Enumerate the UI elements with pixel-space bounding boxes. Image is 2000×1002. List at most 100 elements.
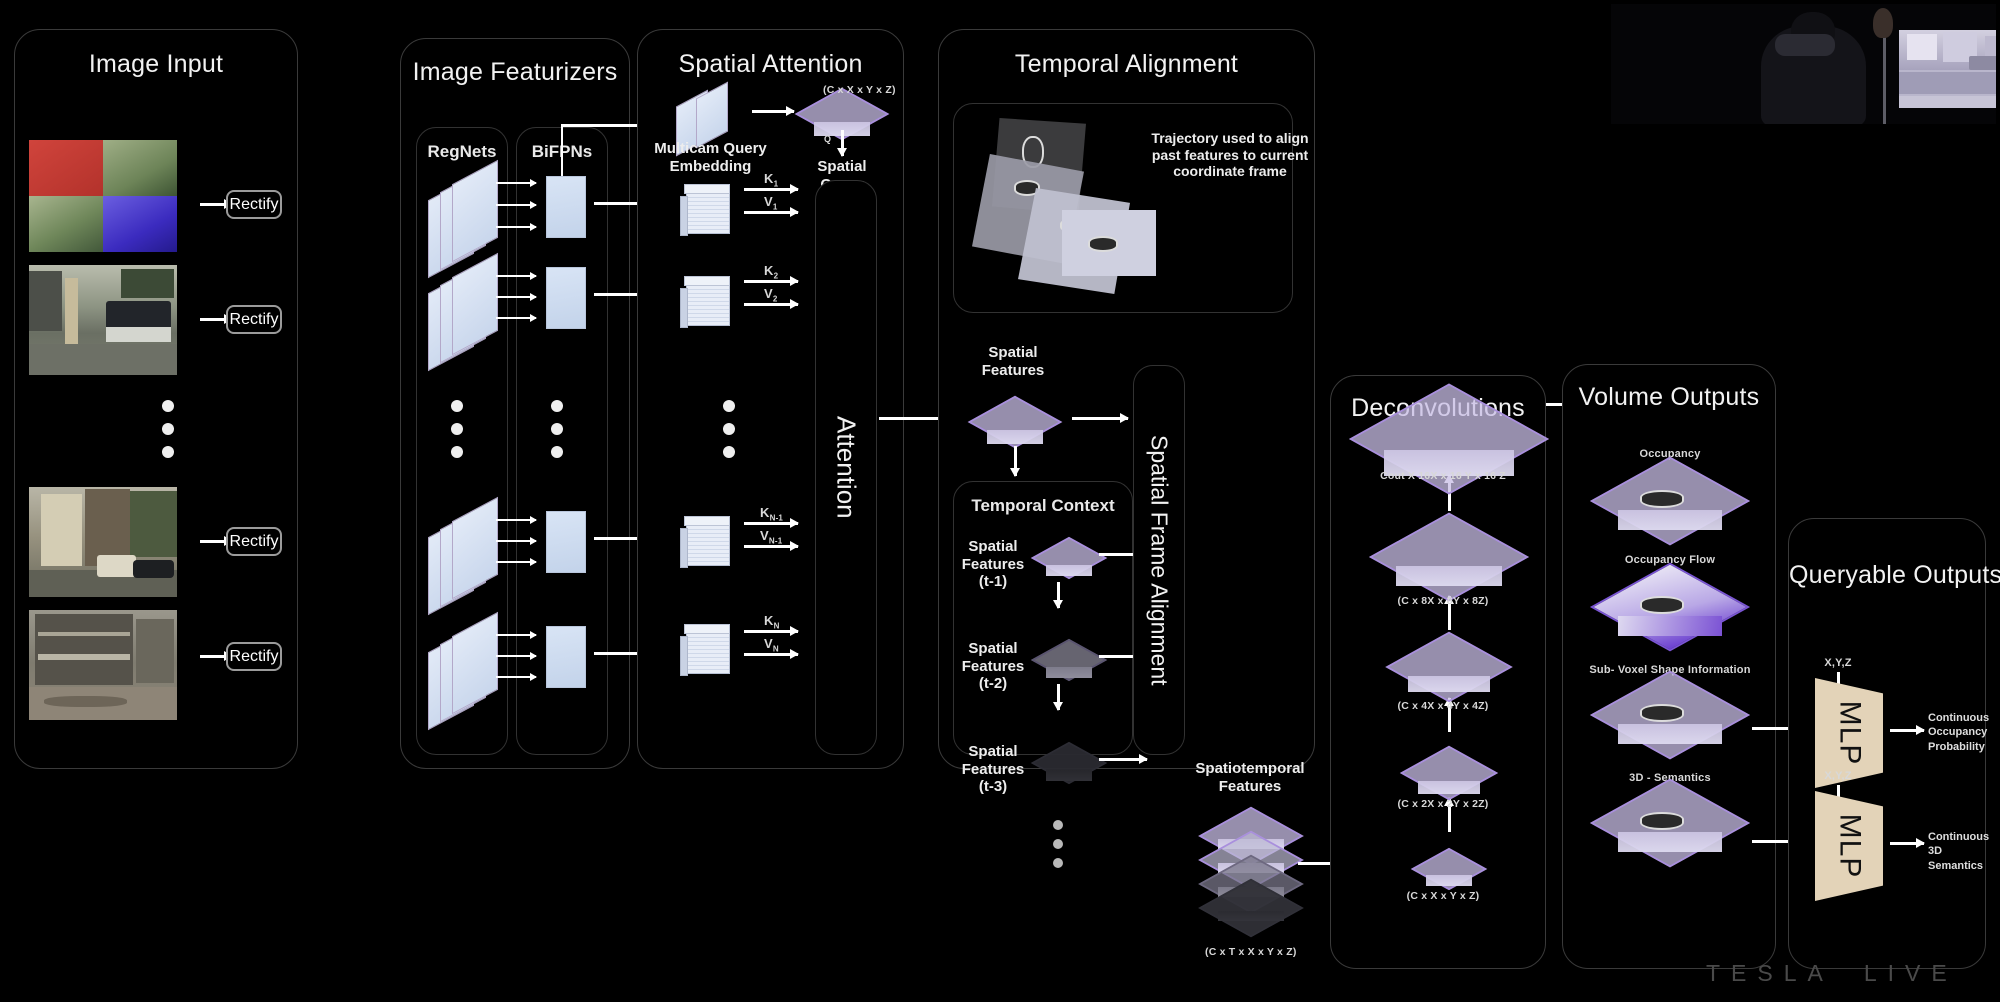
- rectify-button-4[interactable]: Rectify: [226, 642, 282, 671]
- label-spatial-features: Spatial Features: [981, 344, 1045, 379]
- v-letter-3: V: [760, 528, 769, 543]
- dim-deconv-4: (C x 2X x 2Y x 2Z): [1397, 798, 1489, 810]
- bifpn-block-2: [546, 267, 586, 329]
- arrow-regnet-bifpn-4a: [496, 634, 536, 636]
- label-v-4: VN: [764, 636, 779, 654]
- panel-title-temporal-alignment: Temporal Alignment: [1014, 50, 1239, 78]
- label-spatial-features-t2: Spatial Features (t-2): [961, 640, 1025, 693]
- label-k-3: KN-1: [760, 505, 783, 523]
- arrow-k-2: [744, 280, 798, 283]
- label-continuous-3d-semantics: Continuous 3D Semantics: [1928, 831, 1990, 872]
- label-spatial-features-t1: Spatial Features (t-1): [961, 538, 1025, 591]
- arrow-multicam-to-spatial-query: [752, 110, 794, 113]
- feature-cube-1: [680, 180, 740, 238]
- arrow-regnet-bifpn-1b: [496, 204, 536, 206]
- bifpn-block-1: [546, 176, 586, 238]
- arrow-regnet-bifpn-2c: [496, 317, 536, 319]
- k-letter-4: K: [764, 613, 774, 628]
- camera-thumb-street-bus: [29, 265, 177, 375]
- camera-thumb-semantic: [29, 140, 177, 252]
- arrow-regnet-bifpn-4c: [496, 676, 536, 678]
- tesla-live-wordmark: TESLA LIVE: [1706, 960, 1958, 987]
- spatial-features-slab: [967, 395, 1063, 449]
- presenter-video-overlay: [1611, 4, 1996, 124]
- arrow-regnet-bifpn-3b: [496, 540, 536, 542]
- arrow-v-1: [744, 211, 798, 214]
- arrow-regnet-bifpn-2a: [496, 275, 536, 277]
- label-multicam-query-embedding: Multicam Query Embedding: [654, 140, 767, 175]
- ellipsis-bifpns: [551, 400, 563, 458]
- feature-cube-4: [680, 620, 740, 678]
- ellipsis-temporal-context: [1053, 820, 1063, 868]
- arrow-v-3: [744, 545, 798, 548]
- dim-deconv-2: (C x 8X x 8Y x 8Z): [1397, 595, 1489, 607]
- panel-title-image-input: Image Input: [88, 50, 224, 78]
- attention-block: Attention: [815, 180, 877, 755]
- deconv-slab-4: [1399, 745, 1499, 801]
- deconv-slab-3: [1385, 631, 1513, 703]
- regnet-planes-2: [428, 252, 498, 372]
- rectify-button-3[interactable]: Rectify: [226, 527, 282, 556]
- v-letter-4: V: [764, 636, 773, 651]
- spatiotemporal-features-stack: [1198, 806, 1304, 938]
- attention-label: Attention: [831, 416, 862, 519]
- label-spatiotemporal-features: Spatiotemporal Features: [1195, 760, 1305, 795]
- deconv-slab-2: [1368, 512, 1530, 602]
- arrow-regnet-bifpn-1c: [496, 226, 536, 228]
- mic-head-icon: [1873, 8, 1893, 38]
- ellipsis-regnets: [451, 400, 463, 458]
- k-letter-2: K: [764, 263, 774, 278]
- arrow-t3-to-alignment: [1099, 758, 1147, 761]
- spatial-features-slab-t3: [1030, 741, 1108, 785]
- volume-slab-occupancy-flow: [1589, 562, 1751, 652]
- wordmark-tesla: TESLA: [1706, 960, 1834, 986]
- mlp-label-2: MLP: [1833, 813, 1866, 879]
- label-v-3: VN-1: [760, 528, 782, 546]
- arrow-v-2: [744, 303, 798, 306]
- arrow-regnet-bifpn-4b: [496, 655, 536, 657]
- trajectory-scene: [968, 118, 1158, 298]
- label-continuous-occupancy-probability: Continuous Occupancy Probability: [1928, 712, 1990, 753]
- arrow-mlp-out-1: [1890, 729, 1924, 732]
- label-k-1: K1: [764, 171, 778, 189]
- stage-screen: [1899, 30, 1996, 108]
- arrow-k-1: [744, 188, 798, 191]
- subpanel-temporal-context: Temporal Context: [953, 481, 1133, 755]
- bifpn-block-4: [546, 626, 586, 688]
- feature-cube-3: [680, 512, 740, 570]
- label-xyz-input-1: X,Y,Z: [1824, 657, 1852, 669]
- label-spatial-features-t3: Spatial Features (t-3): [961, 743, 1025, 796]
- label-k-4: KN: [764, 613, 780, 631]
- label-v-2: V2: [764, 286, 778, 304]
- subpanel-title-regnets: RegNets: [427, 142, 497, 161]
- label-k-2: K2: [764, 263, 778, 281]
- mlp-block-semantics: MLP: [1815, 791, 1883, 901]
- regnet-planes-1: [428, 159, 498, 279]
- panel-title-spatial-attention: Spatial Attention: [678, 50, 863, 78]
- dim-spatial-query: (C x X x Y x Z): [823, 84, 896, 96]
- panel-title-volume-outputs: Volume Outputs: [1578, 383, 1760, 411]
- spatial-features-slab-t1: [1030, 536, 1108, 580]
- v-letter-1: V: [764, 194, 773, 209]
- rectify-button-2[interactable]: Rectify: [226, 305, 282, 334]
- feature-cube-2: [680, 272, 740, 330]
- arrow-down-spatial-query: [841, 130, 844, 156]
- arrow-regnet-bifpn-1a: [496, 182, 536, 184]
- arrow-regnet-bifpn-3a: [496, 519, 536, 521]
- camera-thumb-street-scaffolding: [29, 610, 177, 720]
- arrow-t1-to-t2: [1057, 582, 1060, 608]
- dim-deconv-5: (C x X x Y x Z): [1406, 890, 1480, 902]
- arrow-down-to-temporal-context: [1014, 446, 1017, 476]
- arrow-spatial-features-to-alignment: [1072, 417, 1128, 420]
- rectify-button-1[interactable]: Rectify: [226, 190, 282, 219]
- ellipsis-spatial-attention: [723, 400, 735, 458]
- k-letter-3: K: [760, 505, 770, 520]
- panel-title-image-featurizers: Image Featurizers: [412, 58, 618, 86]
- panel-title-queryable-outputs: Queryable Outputs: [1789, 561, 2000, 589]
- dim-spatiotemporal-features: (C x T x X x Y x Z): [1205, 946, 1297, 958]
- arrow-t2-to-t3: [1057, 684, 1060, 710]
- spatial-features-slab-t2: [1030, 638, 1108, 682]
- label-q: Q: [824, 134, 832, 144]
- arrow-k-3: [744, 522, 798, 525]
- dim-deconv-1: Cout X 16X x 16 Y x 16 Z: [1380, 470, 1506, 482]
